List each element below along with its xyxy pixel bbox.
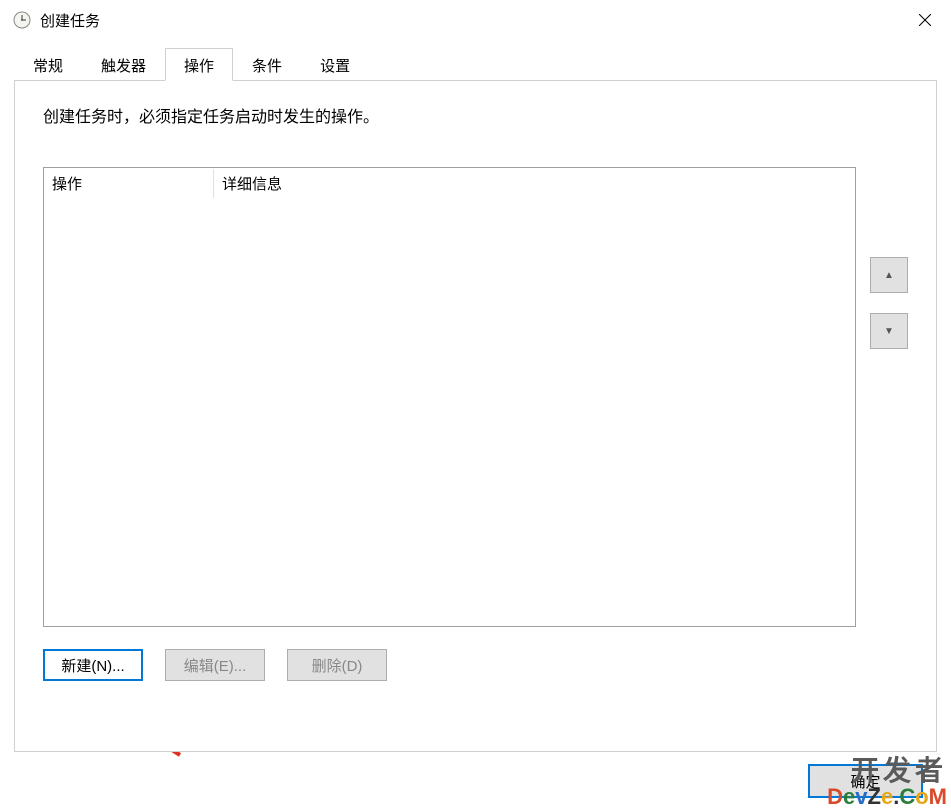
tab-general[interactable]: 常规 — [14, 48, 82, 80]
clock-icon — [12, 10, 32, 30]
title-bar: 创建任务 — [0, 0, 951, 40]
new-button[interactable]: 新建(N)... — [43, 649, 143, 681]
move-up-button[interactable]: ▲ — [870, 257, 908, 293]
move-down-button[interactable]: ▼ — [870, 313, 908, 349]
column-action[interactable]: 操作 — [44, 169, 214, 198]
tab-conditions[interactable]: 条件 — [233, 48, 301, 80]
reorder-buttons: ▲ ▼ — [870, 257, 908, 349]
action-buttons-row: 新建(N)... 编辑(E)... 删除(D) — [43, 649, 908, 681]
edit-button[interactable]: 编辑(E)... — [165, 649, 265, 681]
tab-actions[interactable]: 操作 — [165, 48, 233, 81]
tab-settings[interactable]: 设置 — [301, 48, 369, 80]
table-container: 操作 详细信息 ▲ ▼ — [43, 167, 908, 627]
bottom-bar: 确定 — [0, 752, 951, 810]
actions-panel: 创建任务时，必须指定任务启动时发生的操作。 操作 详细信息 ▲ ▼ 新建(N).… — [14, 80, 937, 752]
window-title: 创建任务 — [40, 10, 901, 31]
actions-table[interactable]: 操作 详细信息 — [43, 167, 856, 627]
column-detail[interactable]: 详细信息 — [214, 169, 855, 198]
create-task-window: 创建任务 常规 触发器 操作 条件 设置 创建任务时，必须指定任务启动时发生的操… — [0, 0, 951, 810]
ok-button[interactable]: 确定 — [808, 764, 923, 798]
tab-triggers[interactable]: 触发器 — [82, 48, 165, 80]
content-area: 常规 触发器 操作 条件 设置 创建任务时，必须指定任务启动时发生的操作。 操作… — [0, 40, 951, 752]
delete-button[interactable]: 删除(D) — [287, 649, 387, 681]
panel-description: 创建任务时，必须指定任务启动时发生的操作。 — [43, 103, 908, 127]
table-header-row: 操作 详细信息 — [44, 168, 855, 198]
tab-strip: 常规 触发器 操作 条件 设置 — [14, 48, 937, 80]
close-button[interactable] — [901, 2, 949, 38]
